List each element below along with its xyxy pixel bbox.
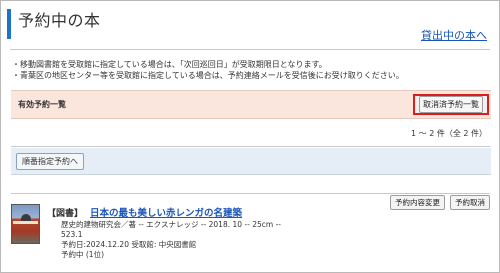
header-divider <box>10 49 490 50</box>
change-reservation-button[interactable]: 予約内容変更 <box>390 195 445 210</box>
item-reservation-info: 予約日:2024.12.20 受取館: 中央図書館 <box>61 240 197 249</box>
item-type: 【図書】 <box>47 209 84 219</box>
order-reservation-panel: 順番指定予約へ <box>11 148 491 175</box>
page-frame: 予約中の本 貸出中の本へ ・移動図書館を受取館に指定している場合は、「次回巡回日… <box>0 0 500 273</box>
title-accent-bar <box>7 9 11 39</box>
notice-list: ・移動図書館を受取館に指定している場合は、「次回巡回日」が受取期限日となります。… <box>12 59 404 81</box>
item-status: 予約中 (1位) <box>61 250 105 259</box>
cover-facade-shape <box>13 221 38 224</box>
item-classification: 523.1 <box>61 230 83 239</box>
result-count: 1 ～ 2 件（全 2 件） <box>411 129 487 138</box>
notice-line: ・移動図書館を受取館に指定している場合は、「次回巡回日」が受取期限日となります。 <box>12 60 327 69</box>
notice-line: ・青葉区の地区センター等を受取館に指定している場合は、予約連絡メールを受信後にお… <box>12 71 404 80</box>
book-cover-image <box>11 204 40 244</box>
order-reservation-button[interactable]: 順番指定予約へ <box>16 153 84 170</box>
cancelled-reservations-label: 取消済予約一覧 <box>419 96 483 113</box>
item-details: 歴史的建物研究会／著 -- エクスナレッジ -- 2018. 10 -- 25c… <box>61 220 281 260</box>
active-reservations-label: 有効予約一覧 <box>18 100 66 109</box>
active-reservations-panel: 有効予約一覧 取消済予約一覧 <box>11 90 491 119</box>
item-author-publisher: 歴史的建物研究会／著 -- エクスナレッジ -- 2018. 10 -- 25c… <box>61 220 281 229</box>
cancelled-reservations-button[interactable]: 取消済予約一覧 <box>413 94 489 115</box>
item-title-link[interactable]: 日本の最も美しい赤レンガの名建築 <box>90 205 242 219</box>
loan-list-link[interactable]: 貸出中の本へ <box>421 27 487 43</box>
page-title: 予約中の本 <box>18 11 101 30</box>
cancel-reservation-button[interactable]: 予約取消 <box>450 195 490 210</box>
item-divider <box>11 193 490 194</box>
section-divider <box>11 146 490 147</box>
